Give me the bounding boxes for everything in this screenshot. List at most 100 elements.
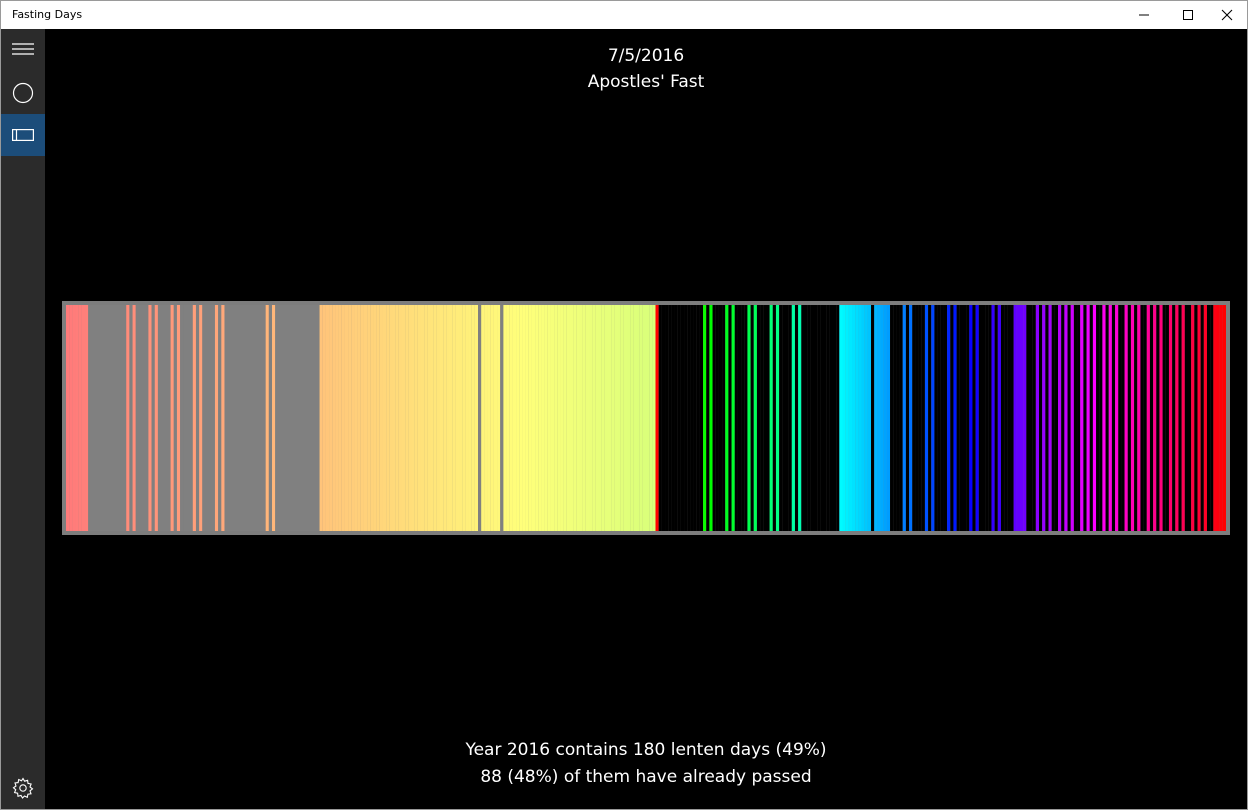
regular-day-bar: [813, 305, 818, 531]
lenten-day-bar: [465, 305, 469, 531]
lenten-day-bar: [991, 305, 995, 531]
lenten-day-bar: [595, 305, 599, 531]
regular-day-bar: [478, 305, 482, 531]
regular-day-bar: [1194, 305, 1198, 531]
lenten-day-bar: [1219, 305, 1223, 531]
lenten-day-bar: [626, 305, 631, 531]
lenten-day-bar: [636, 305, 640, 531]
regular-day-bar: [275, 305, 279, 531]
lenten-day-bar: [382, 305, 387, 531]
regular-day-bar: [291, 305, 295, 531]
regular-day-bar: [287, 305, 292, 531]
lenten-day-bar: [522, 305, 526, 531]
regular-day-bar: [943, 305, 948, 531]
regular-day-bar: [804, 305, 808, 531]
regular-day-bar: [696, 305, 700, 531]
regular-day-bar: [281, 305, 285, 531]
lenten-day-bar: [75, 305, 79, 531]
lenten-day-bar: [126, 305, 130, 531]
regular-day-bar: [807, 305, 811, 531]
regular-day-bar: [756, 305, 761, 531]
lenten-day-bar: [886, 305, 891, 531]
settings-button[interactable]: [1, 767, 45, 807]
regular-day-bar: [119, 305, 124, 531]
nav-item-circle-view[interactable]: [1, 72, 45, 112]
minimize-button[interactable]: [1121, 1, 1167, 29]
regular-day-bar: [183, 305, 187, 531]
lenten-day-bar: [474, 305, 479, 531]
regular-day-bar: [1121, 305, 1125, 531]
lenten-day-bar: [452, 305, 456, 531]
regular-day-bar: [1039, 305, 1043, 531]
lenten-day-bar: [576, 305, 580, 531]
lenten-day-bar: [1124, 305, 1128, 531]
lenten-day-bar: [376, 305, 380, 531]
regular-day-bar: [674, 305, 678, 531]
lenten-day-bar: [1013, 305, 1017, 531]
year-barcode[interactable]: [66, 305, 1226, 531]
regular-day-bar: [145, 305, 149, 531]
regular-day-bar: [297, 305, 301, 531]
regular-day-bar: [294, 305, 298, 531]
regular-day-bar: [240, 305, 244, 531]
lenten-day-bar: [554, 305, 558, 531]
navigation-pane: [1, 29, 45, 809]
regular-day-bar: [1054, 305, 1059, 531]
lenten-day-bar: [883, 305, 887, 531]
regular-day-bar: [116, 305, 120, 531]
regular-day-bar: [699, 305, 704, 531]
lenten-day-bar: [1064, 305, 1068, 531]
regular-day-bar: [202, 305, 206, 531]
lenten-day-bar: [497, 305, 501, 531]
lenten-day-bar: [582, 305, 586, 531]
regular-day-bar: [151, 305, 155, 531]
title-bar[interactable]: Fasting Days: [1, 1, 1247, 29]
lenten-day-bar: [547, 305, 551, 531]
lenten-day-bar: [541, 305, 545, 531]
lenten-day-bar: [864, 305, 868, 531]
lenten-day-bar: [617, 305, 621, 531]
regular-day-bar: [249, 305, 254, 531]
lenten-day-bar: [614, 305, 618, 531]
regular-day-bar: [173, 305, 177, 531]
lenten-day-bar: [633, 305, 637, 531]
regular-day-bar: [1073, 305, 1078, 531]
lenten-day-bar: [468, 305, 472, 531]
regular-day-bar: [1010, 305, 1014, 531]
regular-day-bar: [896, 305, 900, 531]
lenten-day-bar: [325, 305, 330, 531]
lenten-day-bar: [1080, 305, 1084, 531]
lenten-day-bar: [66, 305, 70, 531]
hamburger-menu-button[interactable]: [1, 29, 45, 69]
lenten-day-bar: [389, 305, 393, 531]
nav-item-barcode-view[interactable]: [1, 114, 45, 156]
lenten-day-bar: [459, 305, 463, 531]
lenten-day-bar: [639, 305, 643, 531]
regular-day-bar: [823, 305, 827, 531]
lenten-day-bar: [363, 305, 368, 531]
regular-day-bar: [500, 305, 504, 531]
lenten-day-bar: [1108, 305, 1112, 531]
lenten-day-bar: [560, 305, 564, 531]
regular-day-bar: [88, 305, 92, 531]
lenten-day-bar: [1159, 305, 1163, 531]
regular-day-bar: [1156, 305, 1160, 531]
lenten-day-bar: [1086, 305, 1090, 531]
lenten-day-bar: [509, 305, 513, 531]
lenten-day-bar: [503, 305, 507, 531]
regular-day-bar: [113, 305, 117, 531]
regular-day-bar: [766, 305, 770, 531]
lenten-day-bar: [538, 305, 542, 531]
lenten-day-bar: [1070, 305, 1074, 531]
lenten-day-bar: [588, 305, 593, 531]
close-button[interactable]: [1204, 1, 1248, 29]
lenten-day-bar: [969, 305, 973, 531]
regular-day-bar: [921, 305, 925, 531]
lenten-day-bar: [1102, 305, 1106, 531]
lenten-day-bar: [1153, 305, 1157, 531]
regular-day-bar: [1162, 305, 1166, 531]
regular-day-bar: [1172, 305, 1176, 531]
regular-day-bar: [94, 305, 98, 531]
regular-day-bar: [928, 305, 932, 531]
lenten-day-bar: [408, 305, 412, 531]
